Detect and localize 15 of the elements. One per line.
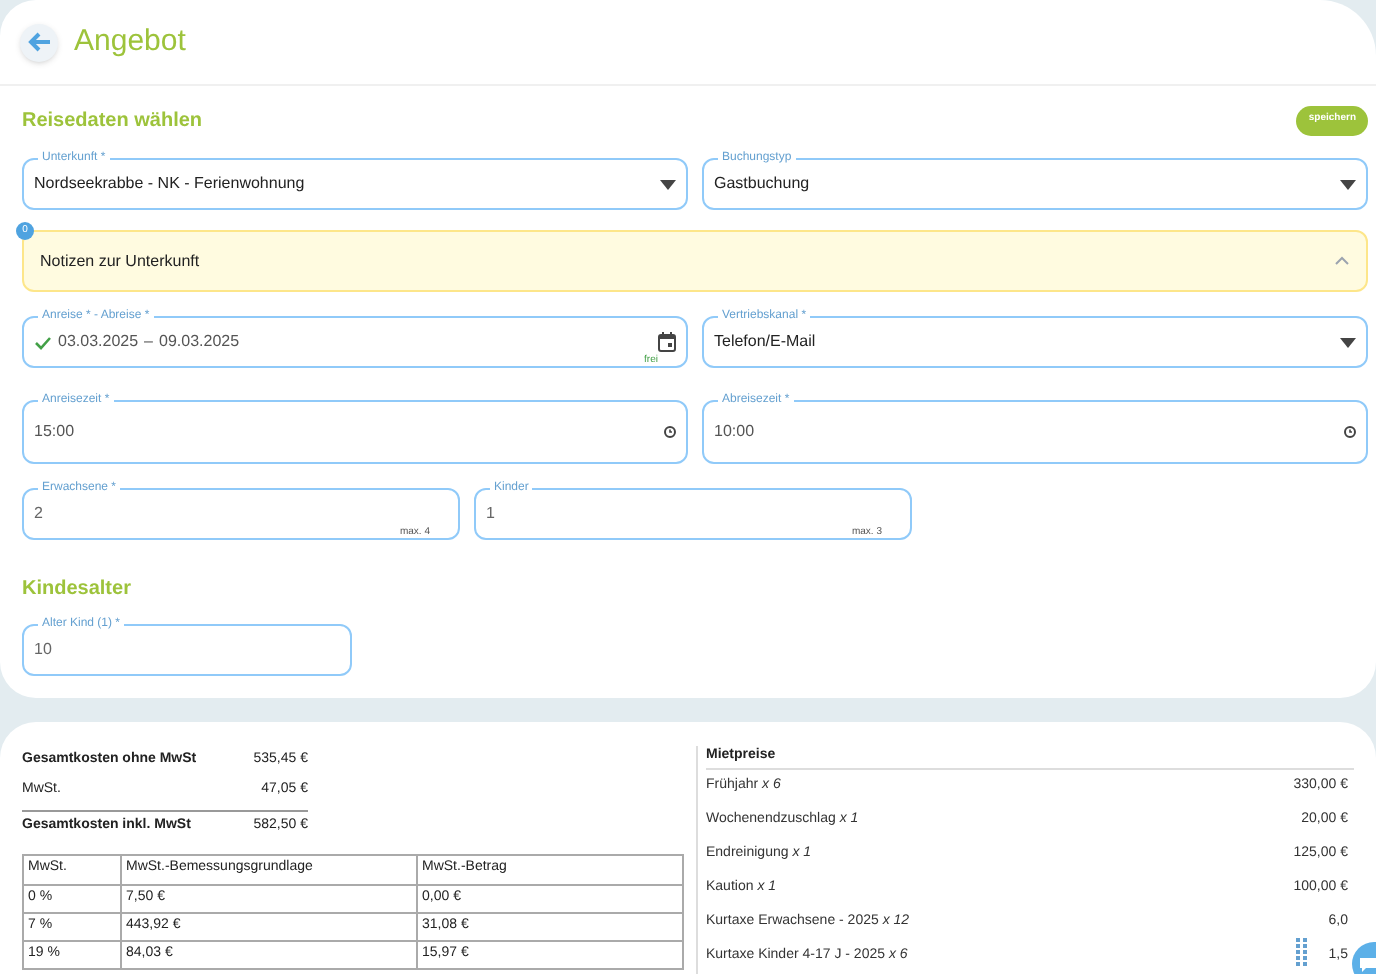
field-value: Nordseekrabbe - NK - Ferienwohnung xyxy=(34,172,307,196)
date-separator: – xyxy=(144,330,153,354)
notes-title: Notizen zur Unterkunft xyxy=(40,249,200,273)
section-title: Kindesalter xyxy=(22,576,133,604)
field-value: 10 xyxy=(34,638,54,662)
section-title: Reisedaten wählen xyxy=(22,107,203,135)
end-date: 09.03.2025 xyxy=(159,330,240,354)
field-value: 1 xyxy=(486,502,497,526)
field-value: Gastbuchung xyxy=(714,172,812,196)
field-value: 15:00 xyxy=(34,420,77,444)
field-value: Telefon/E-Mail xyxy=(714,330,818,354)
field-value: 2 xyxy=(34,502,45,526)
page-title: Angebot xyxy=(74,21,186,62)
field-value: 10:00 xyxy=(714,420,757,444)
start-date: 03.03.2025 xyxy=(58,330,139,354)
